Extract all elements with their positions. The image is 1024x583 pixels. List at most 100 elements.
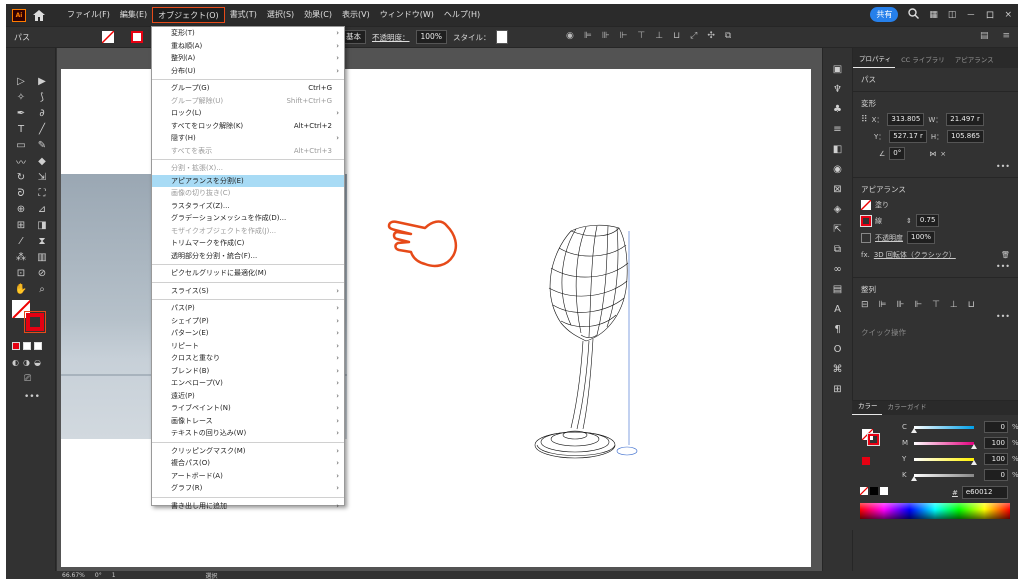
none-mode-icon[interactable] xyxy=(34,342,42,350)
pen-tool-icon[interactable]: ✒ xyxy=(12,106,30,121)
warp-tool-icon[interactable]: ᘐ xyxy=(12,186,30,201)
dropdown-item[interactable]: ロック(L) › xyxy=(152,107,344,120)
arrange-docs-icon[interactable]: ▤ xyxy=(980,31,989,41)
perspective-tool-icon[interactable]: ⊿ xyxy=(33,202,51,217)
line-tool-icon[interactable]: ╱ xyxy=(33,122,51,137)
align-right-icon[interactable]: ⊩ xyxy=(620,31,628,41)
align-more-icon[interactable]: ••• xyxy=(853,312,1018,321)
effect-link[interactable]: 3D 回転体（クラシック） xyxy=(874,250,956,260)
dropdown-item[interactable]: 複合パス(O) › xyxy=(152,457,344,470)
layers-icon[interactable]: ◈ xyxy=(823,200,852,220)
white-swatch[interactable] xyxy=(880,487,888,495)
channel-value-field[interactable]: 0 xyxy=(984,469,1008,481)
properties-icon[interactable]: ▣ xyxy=(823,60,852,80)
dropdown-item[interactable]: リピート › xyxy=(152,340,344,353)
direct-selection-tool-icon[interactable]: ▶ xyxy=(33,74,51,89)
opacity-field[interactable]: 100% xyxy=(907,231,936,244)
puppet-icon[interactable]: ✣ xyxy=(707,31,715,41)
menu-item-4[interactable]: 選択(S) xyxy=(262,7,299,23)
dropdown-item[interactable]: すべてを表示 Alt+Ctrl+3 xyxy=(152,145,344,158)
rectangle-tool-icon[interactable]: ▭ xyxy=(12,138,30,153)
links-icon[interactable]: ∞ xyxy=(823,260,852,280)
stroke-panel-icon[interactable]: ≡ xyxy=(823,120,852,140)
tab-appearance[interactable]: アピアランス xyxy=(949,54,998,68)
scale-tool-icon[interactable]: ⇲ xyxy=(33,170,51,185)
dropdown-item[interactable]: 重ね順(A) › xyxy=(152,40,344,53)
channel-slider[interactable] xyxy=(914,457,977,465)
dropdown-item[interactable]: テキストの回り込み(W) › xyxy=(152,427,344,440)
eyedropper-tool-icon[interactable]: ⁄ xyxy=(12,234,30,249)
opacity-label[interactable]: 不透明度 xyxy=(875,233,903,243)
flip-vertical-icon[interactable]: ⨯ xyxy=(940,150,946,158)
gradient-mode-icon[interactable] xyxy=(23,342,31,350)
paintbrush-tool-icon[interactable]: ✎ xyxy=(33,138,51,153)
panel-align-right-icon[interactable]: ⊩ xyxy=(914,300,922,310)
selection-tool-icon[interactable]: ▷ xyxy=(12,74,30,89)
export-icon[interactable]: ⇱ xyxy=(823,220,852,240)
panel-align-bottom-icon[interactable]: ⊔ xyxy=(968,300,975,310)
x-field[interactable]: 313.805 xyxy=(887,113,925,126)
dropdown-item[interactable]: 隠す(H) › xyxy=(152,132,344,145)
isolate-icon[interactable]: ⧉ xyxy=(725,31,731,41)
dropdown-item[interactable]: 整列(A) › xyxy=(152,52,344,65)
transform-icon[interactable]: ⤢ xyxy=(690,31,697,41)
dropdown-item[interactable]: アートボード(A) › xyxy=(152,470,344,483)
slider-thumb[interactable] xyxy=(911,475,917,481)
flip-horizontal-icon[interactable]: ⋈ xyxy=(929,150,936,158)
channel-value-field[interactable]: 100 xyxy=(984,437,1008,449)
channel-slider[interactable] xyxy=(911,425,974,433)
dropdown-item[interactable]: アピアランスを分割(E) xyxy=(152,174,344,187)
w-field[interactable]: 21.497 r xyxy=(946,113,984,126)
brushes-icon[interactable]: ♆ xyxy=(823,80,852,100)
hand-tool-icon[interactable]: ✋ xyxy=(12,282,30,297)
dropdown-item[interactable]: ピクセルグリッドに最適化(M) xyxy=(152,267,344,280)
dropdown-item[interactable]: スライス(S) › xyxy=(152,285,344,298)
reference-point-icon[interactable]: ⠿ xyxy=(861,115,868,125)
libraries-icon[interactable]: ⧉ xyxy=(823,240,852,260)
align-left-icon[interactable]: ⊫ xyxy=(584,31,592,41)
channel-slider[interactable] xyxy=(914,441,977,449)
artboard-number[interactable]: 1 xyxy=(112,572,116,579)
dropdown-item[interactable]: グループ(G) Ctrl+G xyxy=(152,82,344,95)
none-swatch[interactable] xyxy=(860,487,868,495)
shape-builder-tool-icon[interactable]: ⊕ xyxy=(12,202,30,217)
menu-item-6[interactable]: 表示(V) xyxy=(337,7,375,23)
panel-menu-icon[interactable]: ≡ xyxy=(1002,31,1010,41)
menu-item-5[interactable]: 効果(C) xyxy=(299,7,337,23)
dropdown-item[interactable]: ラスタライズ(Z)... xyxy=(152,200,344,213)
transparency-icon[interactable]: ◉ xyxy=(823,160,852,180)
slider-thumb[interactable] xyxy=(971,459,977,465)
screen-mode-icon[interactable]: ⎚ xyxy=(24,374,31,384)
dropdown-item[interactable]: パターン(E) › xyxy=(152,327,344,340)
stroke-weight-field[interactable]: 0.75 xyxy=(915,214,940,227)
rotate-tool-icon[interactable]: ↻ xyxy=(12,170,30,185)
paragraph-icon[interactable]: ¶ xyxy=(823,320,852,340)
stroke-swatch[interactable] xyxy=(131,31,143,43)
align-center-icon[interactable]: ⊪ xyxy=(602,31,610,41)
character-icon[interactable]: ▤ xyxy=(823,280,852,300)
zoom-level[interactable]: 66.67% xyxy=(62,572,85,579)
channel-value-field[interactable]: 100 xyxy=(984,453,1008,465)
align-middle-icon[interactable]: ⊥ xyxy=(655,31,663,41)
dropdown-item[interactable]: パス(P) › xyxy=(152,302,344,315)
zoom-tool-icon[interactable]: ⌕ xyxy=(33,282,51,297)
dropdown-item[interactable]: グラフ(R) › xyxy=(152,482,344,495)
dropdown-item[interactable]: ブレンド(B) › xyxy=(152,365,344,378)
stroke-color-icon[interactable] xyxy=(860,214,872,227)
style-swatch[interactable] xyxy=(496,30,509,44)
menu-item-1[interactable]: 編集(E) xyxy=(115,7,152,23)
delete-effect-icon[interactable]: 🗑 xyxy=(1001,251,1010,259)
tab-cc-libraries[interactable]: CC ライブラリ xyxy=(895,54,949,68)
mesh-tool-icon[interactable]: ⊞ xyxy=(12,218,30,233)
artboard-tool-icon[interactable]: ⊡ xyxy=(12,266,30,281)
align-to-icon[interactable]: ⊟ xyxy=(861,300,869,310)
tab-properties[interactable]: プロパティ xyxy=(853,53,896,68)
lasso-tool-icon[interactable]: ⟆ xyxy=(33,90,51,105)
color-panel-stroke-icon[interactable] xyxy=(867,433,880,446)
dropdown-item[interactable]: エンベロープ(V) › xyxy=(152,377,344,390)
black-swatch[interactable] xyxy=(870,487,878,495)
arrange-icon[interactable]: ◫ xyxy=(948,10,957,20)
close-button[interactable]: × xyxy=(1004,10,1012,20)
more-tools-icon[interactable]: ••• xyxy=(24,392,40,402)
fill-swatch[interactable] xyxy=(102,31,114,43)
